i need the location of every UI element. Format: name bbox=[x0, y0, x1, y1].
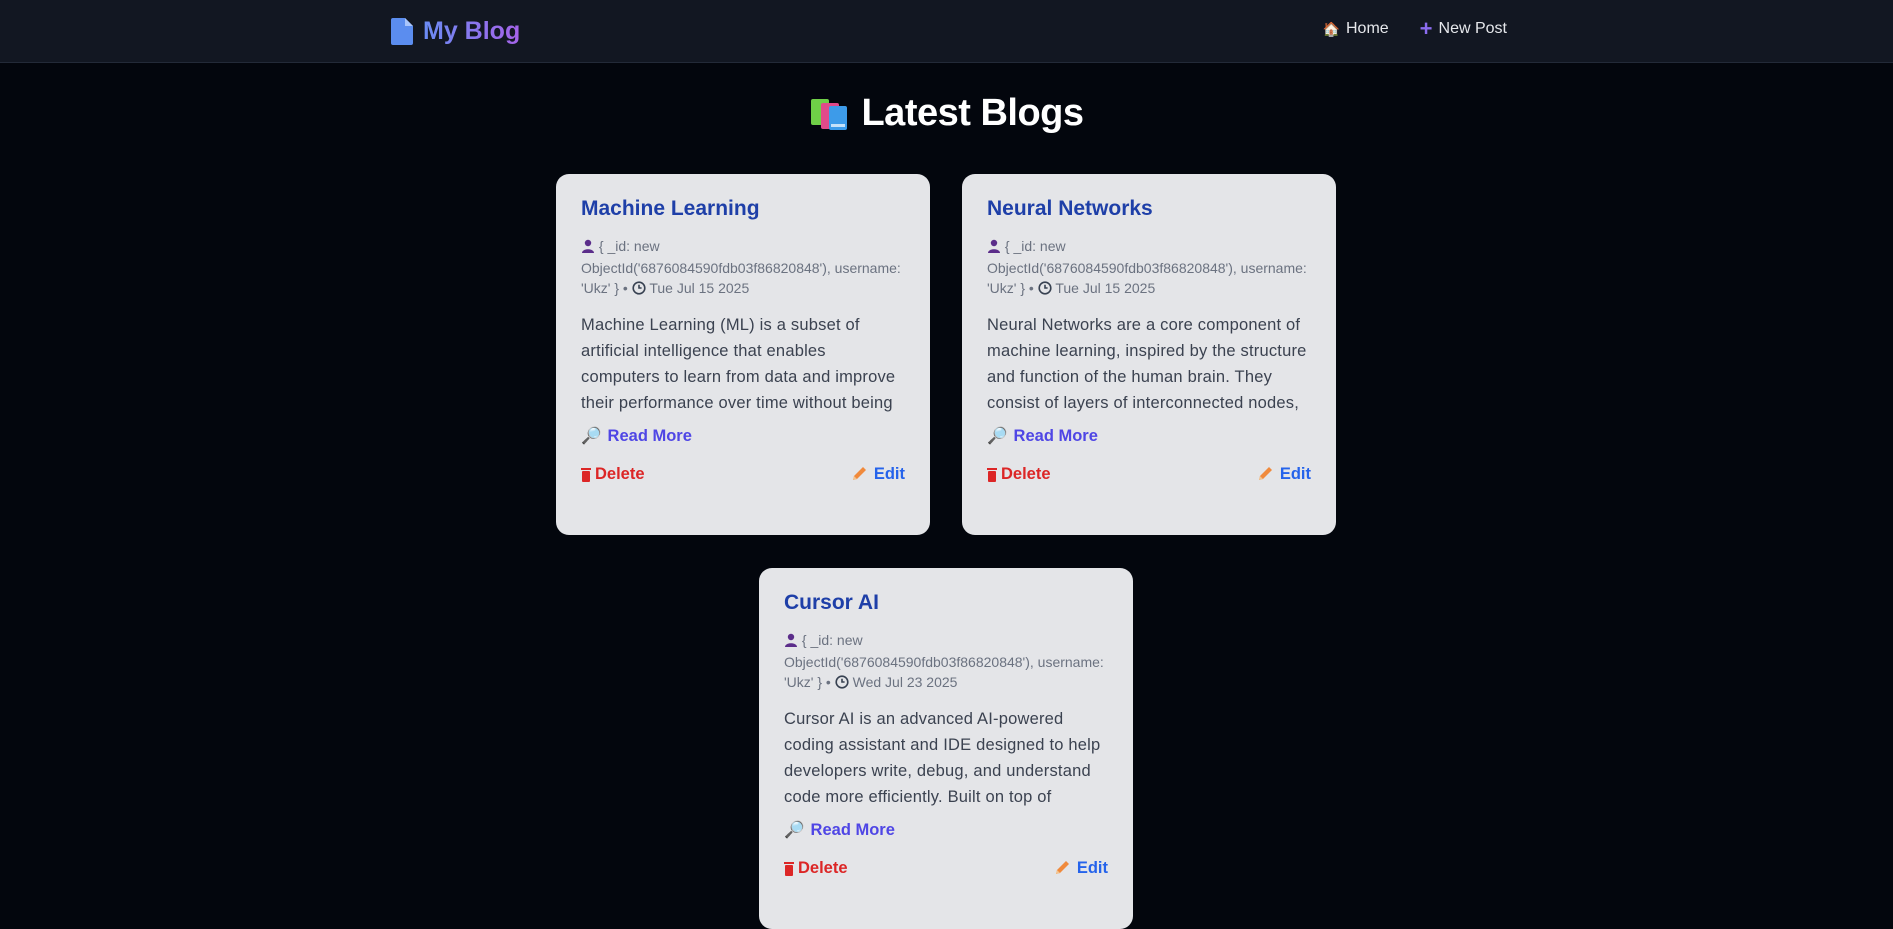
nav-new-post-link[interactable]: + New Post bbox=[1419, 16, 1507, 41]
clock-icon bbox=[632, 280, 646, 300]
edit-label: Edit bbox=[873, 464, 905, 483]
books-icon bbox=[811, 98, 848, 130]
blog-card: Machine Learning { _id: new ObjectId('68… bbox=[556, 174, 930, 535]
trash-icon bbox=[581, 467, 591, 482]
meta-separator: • bbox=[1028, 280, 1038, 296]
blog-card: Cursor AI { _id: new ObjectId('687608459… bbox=[759, 568, 1133, 929]
edit-label: Edit bbox=[1279, 464, 1311, 483]
house-icon: 🏠 bbox=[1322, 20, 1340, 37]
user-icon bbox=[784, 632, 798, 652]
post-excerpt: Machine Learning (ML) is a subset of art… bbox=[581, 316, 896, 412]
nav-home-link[interactable]: 🏠 Home bbox=[1323, 20, 1389, 38]
read-more-link[interactable]: 🔎 Read More bbox=[784, 816, 1108, 844]
delete-label: Delete bbox=[595, 464, 645, 483]
post-meta: { _id: new ObjectId('6876084590fdb03f868… bbox=[581, 236, 905, 300]
trash-icon bbox=[987, 467, 997, 482]
read-more-label: Read More bbox=[810, 820, 895, 839]
delete-label: Delete bbox=[1001, 464, 1051, 483]
clock-icon bbox=[1038, 280, 1052, 300]
pencil-icon bbox=[1258, 467, 1272, 480]
edit-button[interactable]: Edit bbox=[1256, 465, 1311, 484]
nav-new-post-label: New Post bbox=[1438, 20, 1507, 37]
delete-button[interactable]: Delete bbox=[581, 465, 645, 484]
meta-separator: • bbox=[622, 280, 632, 296]
user-icon bbox=[581, 238, 595, 258]
edit-button[interactable]: Edit bbox=[850, 465, 905, 484]
plus-icon: + bbox=[1419, 16, 1433, 41]
read-more-link[interactable]: 🔎 Read More bbox=[581, 422, 905, 450]
read-more-label: Read More bbox=[607, 426, 692, 445]
blog-card: Neural Networks { _id: new ObjectId('687… bbox=[962, 174, 1336, 535]
page-title: Latest Blogs bbox=[861, 92, 1084, 134]
post-meta: { _id: new ObjectId('6876084590fdb03f868… bbox=[987, 236, 1311, 300]
post-excerpt: Cursor AI is an advanced AI-powered codi… bbox=[784, 710, 1101, 806]
edit-button[interactable]: Edit bbox=[1053, 859, 1108, 878]
post-meta: { _id: new ObjectId('6876084590fdb03f868… bbox=[784, 630, 1108, 694]
post-date: Wed Jul 23 2025 bbox=[852, 674, 958, 690]
post-title[interactable]: Cursor AI bbox=[784, 590, 1108, 616]
brand-title: My Blog bbox=[423, 16, 521, 45]
document-icon bbox=[391, 17, 413, 45]
nav-home-label: Home bbox=[1345, 20, 1389, 37]
post-date: Tue Jul 15 2025 bbox=[1055, 280, 1156, 296]
card-actions: Delete Edit bbox=[581, 460, 905, 488]
user-icon bbox=[987, 238, 1001, 258]
magnifier-icon: 🔎 bbox=[987, 426, 1008, 445]
pencil-icon bbox=[852, 467, 866, 480]
pencil-icon bbox=[1055, 861, 1069, 874]
clock-icon bbox=[835, 674, 849, 694]
navbar: My Blog 🏠 Home + New Post bbox=[0, 0, 1893, 63]
post-date: Tue Jul 15 2025 bbox=[649, 280, 750, 296]
post-title[interactable]: Machine Learning bbox=[581, 196, 905, 222]
delete-button[interactable]: Delete bbox=[784, 859, 848, 878]
brand-logo[interactable]: My Blog bbox=[391, 14, 520, 48]
magnifier-icon: 🔎 bbox=[784, 820, 805, 839]
edit-label: Edit bbox=[1076, 858, 1108, 877]
delete-label: Delete bbox=[798, 858, 848, 877]
card-actions: Delete Edit bbox=[784, 854, 1108, 882]
read-more-link[interactable]: 🔎 Read More bbox=[987, 422, 1311, 450]
trash-icon bbox=[784, 861, 794, 876]
card-actions: Delete Edit bbox=[987, 460, 1311, 488]
delete-button[interactable]: Delete bbox=[987, 465, 1051, 484]
post-excerpt: Neural Networks are a core component of … bbox=[987, 316, 1307, 412]
page-heading: Latest Blogs bbox=[0, 92, 1893, 135]
magnifier-icon: 🔎 bbox=[581, 426, 602, 445]
post-title[interactable]: Neural Networks bbox=[987, 196, 1311, 222]
read-more-label: Read More bbox=[1013, 426, 1098, 445]
meta-separator: • bbox=[825, 674, 835, 690]
nav-links: 🏠 Home + New Post bbox=[1323, 16, 1507, 41]
